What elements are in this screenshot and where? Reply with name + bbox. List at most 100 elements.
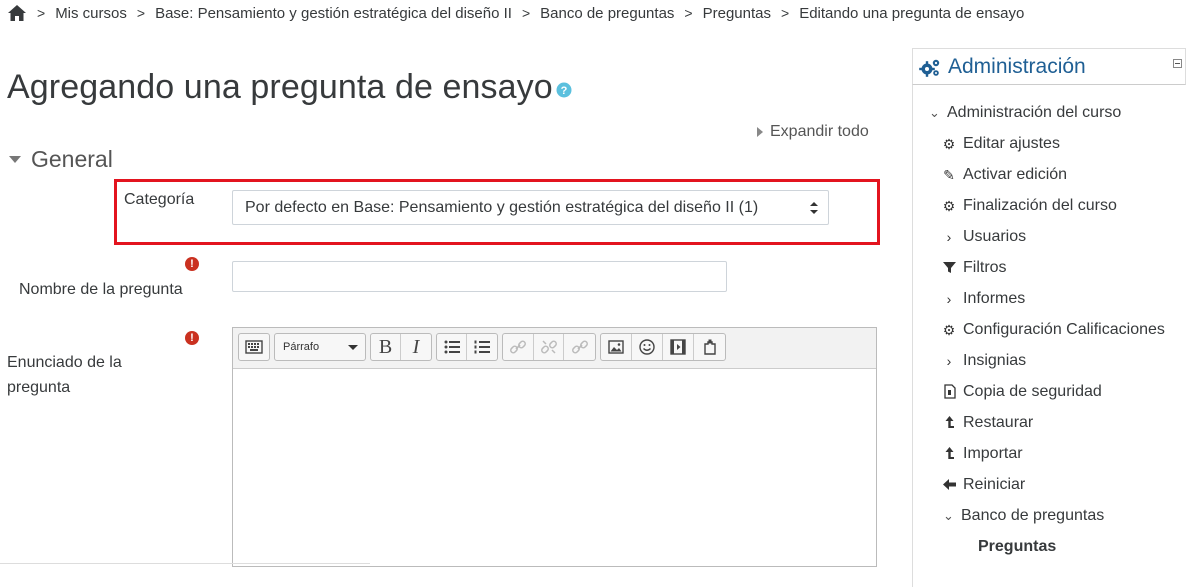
tree-item-filters[interactable]: Filtros [941, 256, 1007, 280]
administration-tree: ⌄ Administración del curso ⚙ Editar ajus… [912, 85, 1186, 587]
category-select[interactable]: Por defecto en Base: Pensamiento y gesti… [232, 190, 829, 225]
section-general-toggle[interactable]: General [9, 146, 113, 173]
category-select-value: Por defecto en Base: Pensamiento y gesti… [245, 198, 759, 216]
tree-item-backup[interactable]: Copia de seguridad [941, 380, 1102, 404]
insert-image-button[interactable] [601, 334, 632, 360]
tree-item-label: Importar [963, 445, 1023, 462]
administration-header: Administración [912, 48, 1186, 85]
caret-down-icon [348, 345, 358, 350]
expand-all-label: Expandir todo [770, 123, 869, 140]
collapse-block-icon[interactable] [1173, 59, 1182, 68]
question-text-label-line1: Enunciado de la [7, 354, 122, 371]
triangle-down-icon [9, 156, 21, 163]
editor-toolbar: Párrafo B I [233, 328, 876, 369]
unlink-button[interactable] [534, 334, 565, 360]
question-name-label: Nombre de la pregunta [19, 281, 183, 298]
required-icon: ! [185, 331, 199, 345]
tree-item-label: Reiniciar [963, 476, 1026, 493]
tree-item-edit-settings[interactable]: ⚙ Editar ajustes [941, 132, 1060, 156]
film-icon [670, 339, 686, 355]
breadcrumb-mis-cursos[interactable]: Mis cursos [55, 5, 127, 22]
bold-button[interactable]: B [371, 334, 402, 360]
toolbar-toggle-button[interactable] [239, 334, 269, 360]
tree-item-label: Preguntas [978, 538, 1057, 555]
tree-item-label: Copia de seguridad [963, 383, 1102, 400]
pencil-icon: ✎ [943, 167, 955, 183]
section-general-label: General [31, 146, 113, 172]
chevron-down-icon: ⌄ [943, 508, 954, 523]
tree-item-label: Editar ajustes [963, 135, 1060, 152]
link-icon [509, 340, 526, 354]
question-text-editor[interactable]: Párrafo B I [232, 327, 877, 567]
tree-item-label: Configuración Calificaciones [963, 321, 1165, 338]
tree-item-turn-editing-on[interactable]: ✎ Activar edición [941, 163, 1067, 187]
tree-item-badges[interactable]: › Insignias [941, 349, 1027, 373]
tree-item-label: Finalización del curso [963, 197, 1117, 214]
smiley-icon [639, 339, 655, 355]
link-button[interactable] [503, 334, 534, 360]
image-icon [608, 340, 624, 354]
tree-item-questions[interactable]: Preguntas [978, 535, 1056, 559]
link-icon [571, 340, 588, 354]
ordered-list-button[interactable] [467, 334, 497, 360]
chevron-right-icon: › [946, 291, 952, 307]
question-name-input[interactable] [232, 261, 727, 292]
italic-button[interactable]: I [401, 334, 431, 360]
list-unordered-icon [444, 340, 460, 354]
unlink-icon [540, 340, 557, 354]
triangle-right-icon [757, 127, 763, 137]
breadcrumb-separator: > [37, 5, 46, 21]
paragraph-select[interactable]: Párrafo [275, 334, 365, 360]
breadcrumb-separator: > [136, 5, 146, 21]
insert-emoticon-button[interactable] [632, 334, 663, 360]
file-icon [941, 384, 957, 400]
tree-item-label: Restaurar [963, 414, 1034, 431]
autolink-button[interactable] [564, 334, 595, 360]
tree-item-label: Usuarios [963, 228, 1027, 245]
tree-item-label: Informes [963, 290, 1026, 307]
upload-icon [941, 446, 957, 462]
breadcrumb-questions[interactable]: Preguntas [703, 5, 771, 22]
keyboard-icon [245, 340, 263, 354]
toolbar-group-lists [436, 333, 498, 361]
tree-item-label: Banco de preguntas [961, 507, 1105, 524]
home-icon[interactable] [7, 4, 27, 22]
tree-item-course-completion[interactable]: ⚙ Finalización del curso [941, 194, 1117, 218]
help-icon[interactable]: ? [556, 82, 572, 98]
arrow-left-icon [941, 477, 957, 493]
question-text-label-line2: pregunta [7, 379, 71, 396]
tree-item-label: Administración del curso [947, 104, 1122, 121]
file-manager-icon [703, 339, 716, 355]
administration-title: Administración [948, 55, 1086, 78]
expand-all-link[interactable]: Expandir todo [757, 123, 869, 141]
tree-item-question-bank[interactable]: ⌄ Banco de preguntas [943, 504, 1104, 528]
tree-item-gradebook-setup[interactable]: ⚙ Configuración Calificaciones [941, 318, 1165, 342]
breadcrumb-separator: > [521, 5, 531, 21]
editor-content-area[interactable] [233, 369, 876, 566]
category-label: Categoría [124, 191, 195, 208]
toolbar-group-media [600, 333, 726, 361]
breadcrumb: > Mis cursos > Base: Pensamiento y gesti… [7, 3, 1024, 23]
tree-item-users[interactable]: › Usuarios [941, 225, 1026, 249]
toolbar-group-format: Párrafo [274, 333, 366, 361]
breadcrumb-question-bank[interactable]: Banco de preguntas [540, 5, 674, 22]
tree-item-course-admin[interactable]: ⌄ Administración del curso [929, 101, 1121, 125]
toolbar-group-toggle [238, 333, 270, 361]
manage-files-button[interactable] [694, 334, 725, 360]
upload-icon [941, 415, 957, 431]
breadcrumb-separator: > [684, 5, 693, 21]
filter-icon [941, 260, 957, 276]
divider [0, 563, 370, 564]
tree-item-label: Insignias [963, 352, 1027, 369]
tree-item-reset[interactable]: Reiniciar [941, 473, 1025, 497]
administration-block: Administración ⌄ Administración del curs… [912, 48, 1186, 587]
page-title: Agregando una pregunta de ensayo [7, 68, 553, 106]
unordered-list-button[interactable] [437, 334, 468, 360]
breadcrumb-course[interactable]: Base: Pensamiento y gestión estratégica … [155, 5, 512, 22]
insert-media-button[interactable] [663, 334, 694, 360]
tree-item-restore[interactable]: Restaurar [941, 411, 1033, 435]
list-ordered-icon [474, 340, 490, 354]
tree-item-label: Activar edición [963, 166, 1068, 183]
tree-item-reports[interactable]: › Informes [941, 287, 1026, 311]
tree-item-import[interactable]: Importar [941, 442, 1023, 466]
